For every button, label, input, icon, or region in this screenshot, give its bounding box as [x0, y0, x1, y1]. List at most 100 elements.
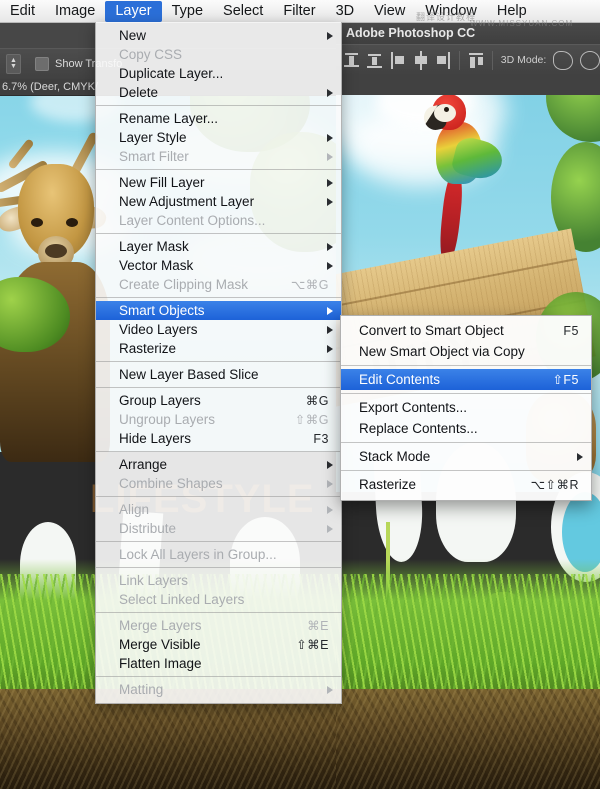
menu-separator [96, 567, 341, 568]
submenu-arrow-icon [327, 344, 333, 353]
menu-separator [96, 387, 341, 388]
align-bottom-icon[interactable] [366, 51, 382, 70]
menu-item-rasterize[interactable]: Rasterize ⌥⇧⌘R [341, 474, 591, 495]
menu-item-label: Lock All Layers in Group... [119, 547, 277, 562]
menu-item-smart-objects[interactable]: Smart Objects [96, 301, 341, 320]
menu-item-label: Create Clipping Mask [119, 277, 249, 292]
menu-item-arrange[interactable]: Arrange [96, 455, 341, 474]
menu-item-vector-mask[interactable]: Vector Mask [96, 256, 341, 275]
menu-separator [341, 470, 591, 471]
align-right-icon[interactable] [435, 51, 451, 70]
menubar-item-image[interactable]: Image [45, 1, 105, 22]
smart-objects-submenu[interactable]: Convert to Smart Object F5 New Smart Objec… [340, 315, 592, 501]
submenu-arrow-icon [327, 261, 333, 270]
show-transform-checkbox[interactable] [35, 57, 49, 71]
menubar-item-filter[interactable]: Filter [273, 1, 325, 22]
menu-item-create-clipping-mask: Create Clipping Mask ⌥⌘G [96, 275, 341, 294]
menu-item-shortcut: ⇧F5 [552, 373, 579, 387]
menu-item-label: Merge Layers [119, 618, 202, 633]
toolbar-divider [458, 50, 460, 70]
menu-item-label: Duplicate Layer... [119, 66, 224, 81]
menu-item-hide-layers[interactable]: Hide Layers F3 [96, 429, 341, 448]
menu-item-ungroup-layers: Ungroup Layers ⇧⌘G [96, 410, 341, 429]
options-bar-right[interactable]: 3D Mode: [336, 44, 600, 76]
submenu-arrow-icon [327, 325, 333, 334]
menu-item-delete[interactable]: Delete [96, 83, 341, 102]
menubar-item-layer[interactable]: Layer [105, 0, 162, 22]
3d-roll-icon[interactable] [580, 50, 600, 70]
menu-item-label: Layer Mask [119, 239, 189, 254]
zoom-status-text: 6.7% (Deer, CMYK/ [2, 81, 98, 93]
menu-item-label: Matting [119, 682, 164, 697]
menu-item-new-fill-layer[interactable]: New Fill Layer [96, 173, 341, 192]
menu-item-convert-to-smart-object[interactable]: Convert to Smart Object F5 [341, 320, 591, 341]
menu-item-label: Layer Content Options... [119, 213, 266, 228]
menu-item-rasterize[interactable]: Rasterize [96, 339, 341, 358]
menubar-item-edit[interactable]: Edit [0, 1, 45, 22]
menu-item-label: Stack Mode [359, 449, 431, 464]
submenu-arrow-icon [327, 306, 333, 315]
stepper-control[interactable]: ▲ ▼ [6, 54, 21, 74]
submenu-arrow-icon [327, 88, 333, 97]
distribute-icon[interactable] [468, 51, 484, 70]
submenu-arrow-icon [577, 452, 583, 461]
align-left-icon[interactable] [389, 51, 405, 70]
submenu-arrow-icon [327, 31, 333, 40]
menu-item-shortcut: ⌥⌘G [290, 278, 329, 292]
menu-item-label: Link Layers [119, 573, 189, 588]
menu-separator [341, 393, 591, 394]
menu-item-new-layer-based-slice[interactable]: New Layer Based Slice [96, 365, 341, 384]
menu-item-merge-visible[interactable]: Merge Visible ⇧⌘E [96, 635, 341, 654]
menu-item-combine-shapes: Combine Shapes [96, 474, 341, 493]
menu-separator [96, 676, 341, 677]
soil-texture [336, 689, 600, 789]
menu-item-stack-mode[interactable]: Stack Mode [341, 446, 591, 467]
menu-item-duplicate-layer[interactable]: Duplicate Layer... [96, 64, 341, 83]
soil-texture [0, 689, 336, 789]
photoshop-window: LIFESTYLE [0, 0, 600, 789]
menu-item-export-contents[interactable]: Export Contents... [341, 397, 591, 418]
menu-item-label: Smart Filter [119, 149, 189, 164]
menu-separator [96, 541, 341, 542]
menu-item-label: New Smart Object via Copy [359, 344, 525, 359]
menu-item-edit-contents[interactable]: Edit Contents ⇧F5 [341, 369, 591, 390]
menu-item-rename-layer[interactable]: Rename Layer... [96, 109, 341, 128]
menu-item-label: Distribute [119, 521, 177, 536]
menu-item-label: Delete [119, 85, 159, 100]
menu-item-label: Rasterize [359, 477, 417, 492]
menubar-item-view[interactable]: View [364, 1, 415, 22]
menu-item-video-layers[interactable]: Video Layers [96, 320, 341, 339]
menu-item-shortcut: ⌘G [305, 394, 329, 408]
menubar-item-type[interactable]: Type [162, 1, 213, 22]
menu-item-layer-style[interactable]: Layer Style [96, 128, 341, 147]
menu-item-label: New Adjustment Layer [119, 194, 255, 209]
submenu-arrow-icon [327, 133, 333, 142]
menu-item-link-layers: Link Layers [96, 571, 341, 590]
deer-eye [66, 218, 78, 227]
layer-dropdown-menu[interactable]: New Copy CSS Duplicate Layer... Delete Renam… [95, 22, 342, 704]
grass-blades [336, 574, 600, 694]
menu-item-new[interactable]: New [96, 26, 341, 45]
soil-layer [336, 689, 600, 789]
menu-item-group-layers[interactable]: Group Layers ⌘G [96, 391, 341, 410]
menu-item-replace-contents[interactable]: Replace Contents... [341, 418, 591, 439]
menu-item-label: Smart Objects [119, 303, 205, 318]
menubar-item-select[interactable]: Select [213, 1, 273, 22]
menu-item-new-smart-object-via-copy[interactable]: New Smart Object via Copy [341, 341, 591, 362]
align-top-icon[interactable] [343, 51, 359, 70]
menu-item-label: New Layer Based Slice [119, 367, 259, 382]
menu-item-smart-filter: Smart Filter [96, 147, 341, 166]
3d-orbit-icon[interactable] [553, 50, 574, 70]
menu-item-matting: Matting [96, 680, 341, 699]
menu-item-align: Align [96, 500, 341, 519]
align-center-icon[interactable] [412, 50, 428, 70]
menu-item-label: Merge Visible [119, 637, 201, 652]
menubar-item-3d[interactable]: 3D [326, 1, 365, 22]
menu-separator [96, 451, 341, 452]
menu-item-label: Vector Mask [119, 258, 194, 273]
menu-item-flatten-image[interactable]: Flatten Image [96, 654, 341, 673]
menu-separator [96, 233, 341, 234]
menu-item-new-adjustment-layer[interactable]: New Adjustment Layer [96, 192, 341, 211]
menu-item-layer-mask[interactable]: Layer Mask [96, 237, 341, 256]
menu-item-label: Select Linked Layers [119, 592, 245, 607]
